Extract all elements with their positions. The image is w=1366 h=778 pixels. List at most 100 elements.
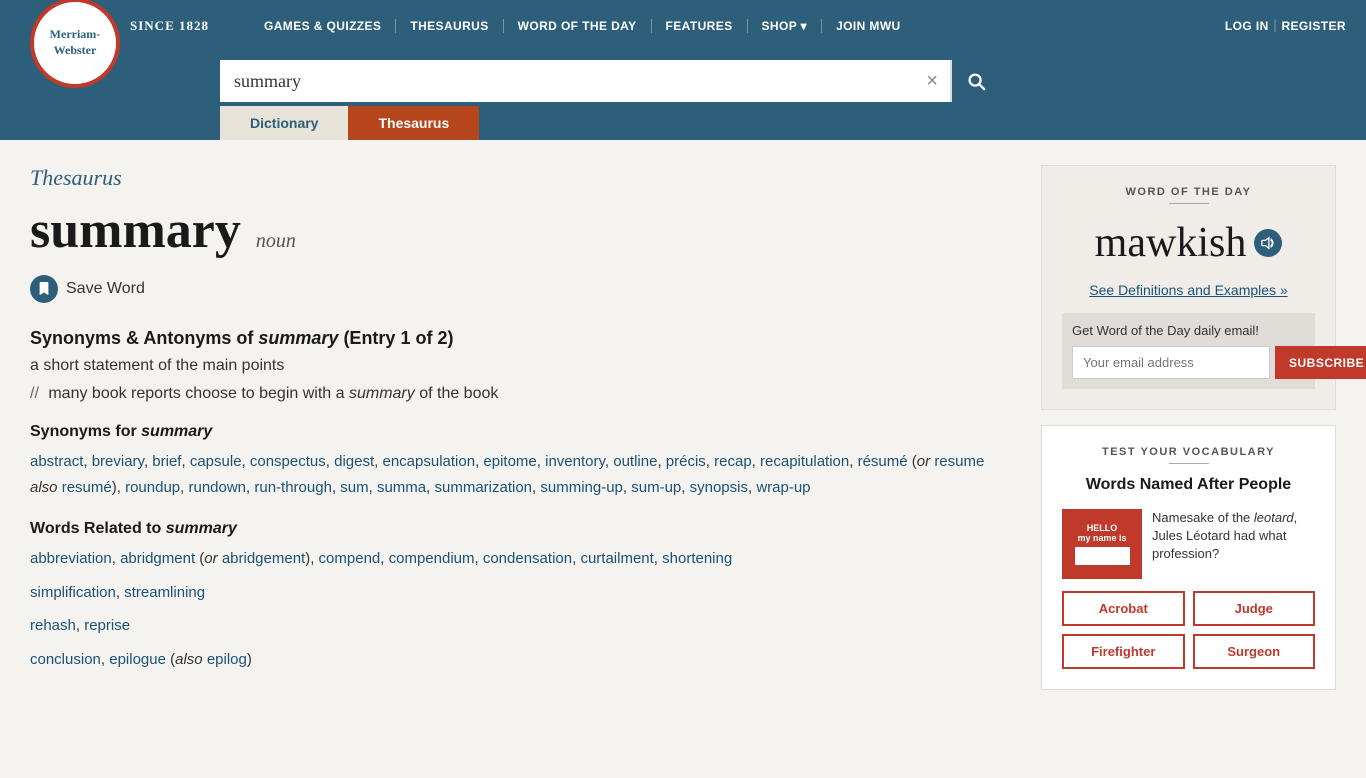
nav-features[interactable]: FEATURES bbox=[652, 19, 748, 33]
tab-thesaurus[interactable]: Thesaurus bbox=[348, 106, 479, 140]
rel-compendium[interactable]: compendium bbox=[389, 550, 475, 567]
example-after: of the book bbox=[419, 385, 498, 402]
login-link[interactable]: LOG IN bbox=[1225, 19, 1269, 33]
vocab-image-hello: HELLO bbox=[1087, 523, 1118, 533]
synonyms-word-em: summary bbox=[141, 423, 212, 440]
related-list-3: rehash, reprise bbox=[30, 613, 1011, 639]
syn-resume[interactable]: résumé bbox=[858, 453, 908, 470]
vocab-desc-prefix: Namesake of the bbox=[1152, 510, 1254, 525]
rel-shortening[interactable]: shortening bbox=[662, 550, 732, 567]
nav-wotd[interactable]: WORD OF THE DAY bbox=[504, 19, 652, 33]
rel-epilog[interactable]: epilog bbox=[207, 651, 247, 668]
main-nav: GAMES & QUIZZES THESAURUS WORD OF THE DA… bbox=[250, 19, 1225, 33]
bookmark-icon[interactable] bbox=[30, 275, 58, 303]
syn-recap[interactable]: recap bbox=[714, 453, 752, 470]
clear-button[interactable]: × bbox=[914, 71, 950, 91]
entry-sub: (Entry 1 of 2) bbox=[343, 328, 453, 348]
nav-join[interactable]: JOIN MWU bbox=[822, 19, 915, 33]
syn-outline[interactable]: outline bbox=[613, 453, 657, 470]
nav-shop[interactable]: SHOP ▾ bbox=[748, 19, 823, 33]
page-content: Thesaurus summary noun Save Word Synonym… bbox=[0, 140, 1366, 717]
rel-epilogue[interactable]: epilogue bbox=[109, 651, 166, 668]
vocab-desc-em: leotard bbox=[1254, 510, 1294, 525]
email-input[interactable] bbox=[1072, 346, 1270, 379]
double-slash: // bbox=[30, 385, 39, 402]
syn-breviary[interactable]: breviary bbox=[92, 453, 144, 470]
syn-digest[interactable]: digest bbox=[334, 453, 374, 470]
syn-rundown[interactable]: rundown bbox=[188, 479, 246, 496]
related-list-2: simplification, streamlining bbox=[30, 580, 1011, 606]
syn-synopsis[interactable]: synopsis bbox=[690, 479, 748, 496]
logo-line1: Merriam- bbox=[50, 27, 101, 41]
answer-judge[interactable]: Judge bbox=[1193, 591, 1316, 626]
syn-sum[interactable]: sum bbox=[340, 479, 368, 496]
rel-reprise[interactable]: reprise bbox=[84, 617, 130, 634]
answer-surgeon[interactable]: Surgeon bbox=[1193, 634, 1316, 669]
syn-wrapup[interactable]: wrap-up bbox=[756, 479, 810, 496]
header-top-row: Merriam- Webster SINCE 1828 GAMES & QUIZ… bbox=[0, 0, 1366, 52]
email-row: SUBSCRIBE bbox=[1072, 346, 1305, 379]
save-word-label[interactable]: Save Word bbox=[66, 280, 145, 298]
syn-summa[interactable]: summa bbox=[377, 479, 426, 496]
logo-circle[interactable]: Merriam- Webster bbox=[30, 0, 120, 88]
synonyms-label-text: Synonyms for bbox=[30, 423, 137, 440]
main-word: summary bbox=[30, 201, 241, 260]
tab-dictionary[interactable]: Dictionary bbox=[220, 106, 348, 140]
nav-thesaurus[interactable]: THESAURUS bbox=[396, 19, 503, 33]
rel-streamlining[interactable]: streamlining bbox=[124, 584, 205, 601]
syn-abstract[interactable]: abstract bbox=[30, 453, 83, 470]
sidebar: WORD OF THE DAY mawkish See Definitions … bbox=[1041, 165, 1336, 692]
syn-roundup[interactable]: roundup bbox=[125, 479, 180, 496]
syn-epitome[interactable]: epitome bbox=[483, 453, 536, 470]
rel-curtailment[interactable]: curtailment bbox=[580, 550, 653, 567]
entry-heading: Synonyms & Antonyms of summary (Entry 1 … bbox=[30, 328, 1011, 349]
rel-abridgment[interactable]: abridgment bbox=[120, 550, 195, 567]
syn-capsule[interactable]: capsule bbox=[190, 453, 242, 470]
wotd-definitions-link[interactable]: See Definitions and Examples » bbox=[1062, 282, 1315, 298]
syn-resume2[interactable]: resume bbox=[934, 453, 984, 470]
vocab-image: HELLO my name is bbox=[1062, 509, 1142, 579]
vocab-card: TEST YOUR VOCABULARY Words Named After P… bbox=[1041, 425, 1336, 690]
bookmark-svg bbox=[37, 282, 51, 296]
rel-abridgement[interactable]: abridgement bbox=[222, 550, 305, 567]
rel-simplification[interactable]: simplification bbox=[30, 584, 116, 601]
syn-resume3[interactable]: resumé bbox=[62, 479, 112, 496]
vocab-description: Namesake of the leotard, Jules Léotard h… bbox=[1152, 509, 1315, 564]
since-label: SINCE 1828 bbox=[130, 18, 209, 34]
syn-conspectus[interactable]: conspectus bbox=[250, 453, 326, 470]
syn-brief[interactable]: brief bbox=[152, 453, 181, 470]
synonyms-list: abstract, breviary, brief, capsule, cons… bbox=[30, 449, 1011, 500]
speaker-button[interactable] bbox=[1254, 229, 1282, 257]
vocab-answer-buttons: Acrobat Judge Firefighter Surgeon bbox=[1062, 591, 1315, 669]
rel-abbreviation[interactable]: abbreviation bbox=[30, 550, 112, 567]
related-label-text: Words Related to bbox=[30, 520, 161, 537]
subscribe-button[interactable]: SUBSCRIBE bbox=[1275, 346, 1366, 379]
syn-recapitulation[interactable]: recapitulation bbox=[760, 453, 849, 470]
auth-area: LOG IN | REGISTER bbox=[1225, 18, 1346, 34]
search-row: × bbox=[0, 52, 1366, 102]
register-link[interactable]: REGISTER bbox=[1281, 19, 1346, 33]
related-section: Words Related to summary abbreviation, a… bbox=[30, 520, 1011, 672]
syn-summingup[interactable]: summing-up bbox=[540, 479, 623, 496]
answer-acrobat[interactable]: Acrobat bbox=[1062, 591, 1185, 626]
syn-encapsulation[interactable]: encapsulation bbox=[382, 453, 475, 470]
related-list-1: abbreviation, abridgment (or abridgement… bbox=[30, 546, 1011, 572]
search-button[interactable] bbox=[950, 60, 1000, 102]
wotd-link-text: See Definitions and Examples bbox=[1089, 282, 1276, 298]
syn-sumup[interactable]: sum-up bbox=[631, 479, 681, 496]
rel-compend[interactable]: compend bbox=[319, 550, 381, 567]
rel-condensation[interactable]: condensation bbox=[483, 550, 572, 567]
syn-summarization[interactable]: summarization bbox=[435, 479, 533, 496]
answer-firefighter[interactable]: Firefighter bbox=[1062, 634, 1185, 669]
rel-conclusion[interactable]: conclusion bbox=[30, 651, 101, 668]
page-background: Thesaurus summary noun Save Word Synonym… bbox=[0, 140, 1366, 778]
syn-runthrough[interactable]: run-through bbox=[254, 479, 332, 496]
site-header: Merriam- Webster SINCE 1828 GAMES & QUIZ… bbox=[0, 0, 1366, 140]
example-sentence: // many book reports choose to begin wit… bbox=[30, 385, 1011, 403]
syn-inventory[interactable]: inventory bbox=[545, 453, 605, 470]
syn-precis[interactable]: précis bbox=[666, 453, 706, 470]
nav-games[interactable]: GAMES & QUIZZES bbox=[250, 19, 396, 33]
rel-rehash[interactable]: rehash bbox=[30, 617, 76, 634]
search-input[interactable] bbox=[220, 61, 914, 102]
speaker-icon bbox=[1261, 236, 1275, 250]
